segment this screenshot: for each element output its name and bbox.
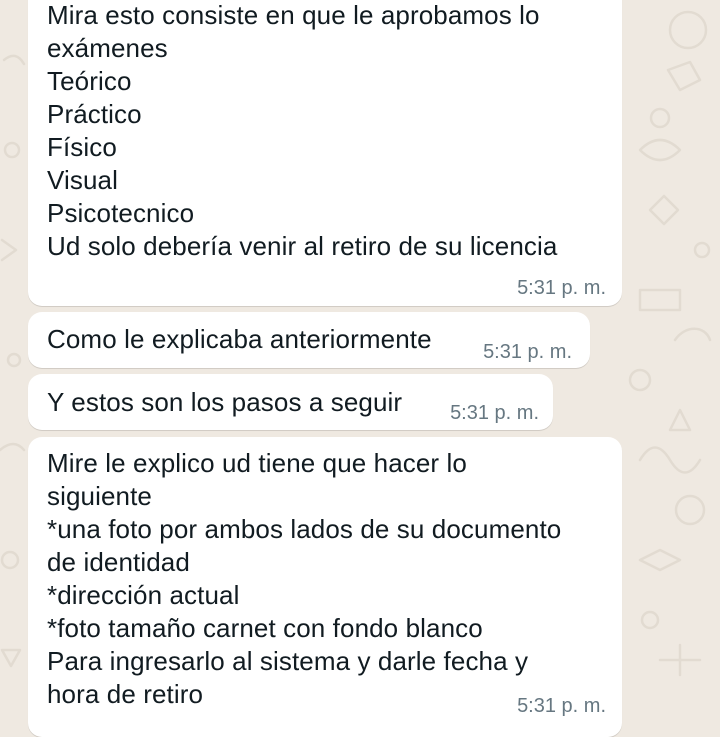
message-bubble-incoming[interactable]: Como le explicaba anteriormente 5:31 p. … — [28, 312, 590, 368]
message-bubble-incoming[interactable]: Mire le explico ud tiene que hacer lo si… — [28, 437, 622, 737]
message-timestamp: 5:31 p. m. — [450, 402, 539, 424]
message-timestamp: 5:31 p. m. — [517, 695, 606, 717]
chat-message-list[interactable]: Mira esto consiste en que le aprobamos l… — [0, 0, 720, 737]
message-text: Mira esto consiste en que le aprobamos l… — [47, 0, 558, 261]
message-timestamp: 5:31 p. m. — [483, 341, 572, 363]
message-timestamp: 5:31 p. m. — [517, 277, 606, 299]
message-bubble-incoming[interactable]: Y estos son los pasos a seguir 5:31 p. m… — [28, 374, 553, 430]
message-text: Y estos son los pasos a seguir — [47, 387, 403, 417]
message-text: Mire le explico ud tiene que hacer lo si… — [47, 448, 562, 709]
message-bubble-incoming[interactable]: Mira esto consiste en que le aprobamos l… — [28, 0, 622, 306]
message-text: Como le explicaba anteriormente — [47, 324, 432, 354]
